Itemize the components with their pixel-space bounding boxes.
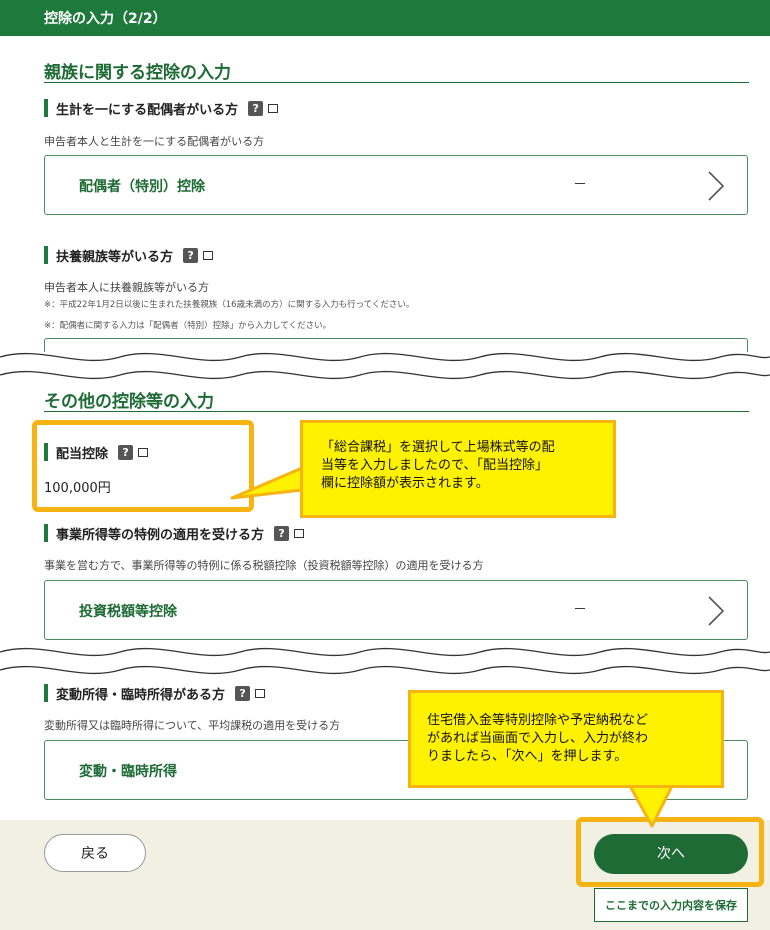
callout-dividend: 「総合課税」を選択して上場株式等の配 当等を入力しましたので、「配当控除」 欄に… [300,420,616,518]
callout-line: 「総合課税」を選択して上場株式等の配 [321,440,555,455]
callout-next: 住宅借入金等特別控除や予定納税など があれば当画面で入力し、入力が終わ りました… [408,690,724,788]
callout-line: 欄に控除額が表示されます。 [321,476,489,491]
callout-line: 当等を入力しましたので、「配当控除」 [321,458,548,473]
callout-line: りましたら、「次へ」を押します。 [427,749,628,764]
callout-line: 住宅借入金等特別控除や予定納税など [427,713,649,728]
callout-line: があれば当画面で入力し、入力が終わ [427,731,649,746]
